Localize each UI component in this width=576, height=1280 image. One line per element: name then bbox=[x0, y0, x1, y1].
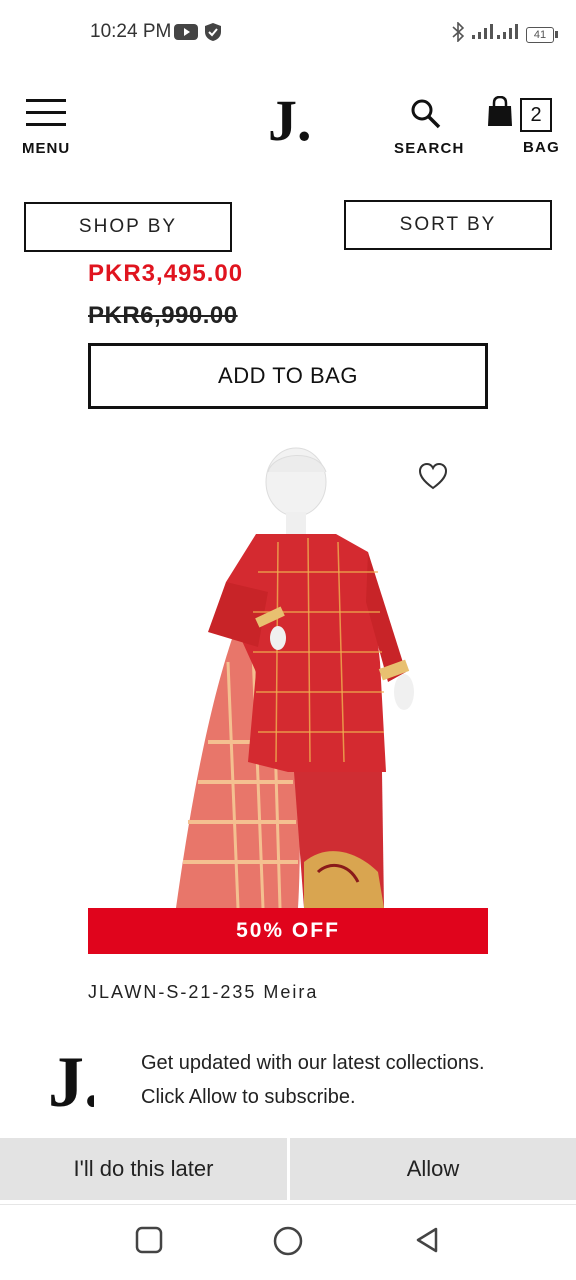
status-bar: 10:24 PM 41 bbox=[0, 0, 576, 64]
status-left-icons bbox=[174, 22, 222, 47]
menu-label: MENU bbox=[22, 140, 71, 157]
prompt-line-1: Get updated with our latest collections. bbox=[141, 1052, 485, 1074]
prompt-message: Get updated with our latest collections.… bbox=[141, 1046, 485, 1114]
product-image[interactable] bbox=[88, 442, 488, 909]
later-button[interactable]: I'll do this later bbox=[0, 1138, 287, 1200]
logo-text: J. bbox=[268, 90, 310, 153]
signal-icon bbox=[472, 23, 518, 46]
shop-by-button[interactable]: SHOP BY bbox=[24, 202, 232, 252]
allow-button[interactable]: Allow bbox=[290, 1138, 576, 1200]
battery-icon: 41 bbox=[526, 26, 558, 43]
prompt-line-2: Click Allow to subscribe. bbox=[141, 1086, 356, 1108]
youtube-icon bbox=[174, 23, 198, 46]
site-header: MENU J. SEARCH 2 BAG bbox=[0, 80, 576, 180]
hamburger-icon bbox=[26, 98, 66, 133]
sort-by-button[interactable]: SORT BY bbox=[344, 200, 552, 250]
brand-logo[interactable]: J. bbox=[266, 88, 312, 159]
search-icon bbox=[410, 98, 442, 135]
shield-icon bbox=[204, 22, 222, 47]
status-time: 10:24 PM bbox=[90, 21, 172, 42]
square-icon[interactable] bbox=[134, 1225, 164, 1260]
system-nav-bar bbox=[0, 1204, 576, 1280]
product-name[interactable]: JLAWN-S-21-235 Meira bbox=[88, 982, 318, 1003]
subscribe-prompt: J. Get updated with our latest collectio… bbox=[0, 1028, 576, 1204]
menu-button[interactable]: MENU bbox=[22, 98, 74, 160]
back-triangle-icon[interactable] bbox=[412, 1225, 442, 1260]
discount-badge: 50% OFF bbox=[88, 908, 488, 954]
bluetooth-icon bbox=[452, 21, 465, 47]
battery-level: 41 bbox=[526, 26, 554, 43]
product-list: PKR3,495.00 PKR6,990.00 ADD TO BAG 50% O… bbox=[0, 256, 576, 1038]
bag-label: BAG bbox=[523, 139, 560, 156]
add-to-bag-button[interactable]: ADD TO BAG bbox=[88, 343, 488, 409]
circle-icon[interactable] bbox=[272, 1225, 304, 1262]
prompt-logo-text: J. bbox=[48, 1042, 94, 1118]
heart-icon[interactable] bbox=[418, 462, 448, 490]
bag-button[interactable]: 2 BAG bbox=[486, 94, 562, 158]
prompt-logo: J. bbox=[46, 1038, 102, 1123]
sale-price: PKR3,495.00 bbox=[88, 260, 244, 287]
search-label: SEARCH bbox=[394, 140, 465, 157]
bag-count-badge: 2 bbox=[520, 98, 552, 132]
original-price: PKR6,990.00 bbox=[88, 302, 238, 329]
status-right-icons: 41 bbox=[452, 21, 558, 47]
search-button[interactable]: SEARCH bbox=[392, 96, 470, 158]
shopping-bag-icon bbox=[486, 95, 514, 133]
